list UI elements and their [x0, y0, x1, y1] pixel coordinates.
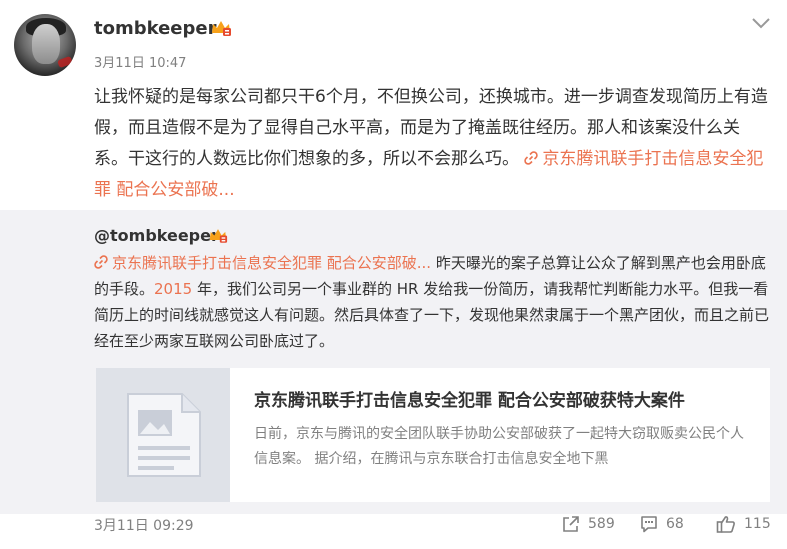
comment-button[interactable]: 68 [640, 513, 684, 535]
like-button[interactable]: 115 [716, 513, 771, 535]
repost-text: 京东腾讯联手打击信息安全犯罪 配合公安部破... 昨天曝光的案子总算让公众了解到… [94, 250, 770, 354]
post-content: 让我怀疑的是每家公司都只干6个月，不但换公司，还换城市。进一步调查发现简历上有造… [94, 82, 770, 206]
post-username[interactable]: tombkeeper [94, 18, 216, 39]
repost-block: @tombkeeper 京东腾讯联手打击信息安全犯罪 配合公安部破... 昨天曝… [0, 210, 787, 514]
repost-text-part2: 年，我们公司另一个事业群的 HR 发给我一份简历，请我帮忙判断能力水平。但我一看… [94, 280, 770, 350]
weibo-post: tombkeeper 3月11日 10:47 让我怀疑的是每家公司都只干6个月，… [0, 0, 787, 549]
article-title: 京东腾讯联手打击信息安全犯罪 配合公安部破获特大案件 [254, 391, 685, 411]
share-count: 589 [588, 516, 615, 532]
link-icon [94, 255, 108, 269]
share-button[interactable]: 589 [562, 513, 615, 535]
vip-crown-icon [209, 229, 228, 243]
post-timestamp[interactable]: 3月11日 10:47 [94, 52, 186, 71]
repost-username[interactable]: @tombkeeper [94, 226, 219, 245]
thumbs-up-icon [716, 516, 735, 533]
repost-link-text: 京东腾讯联手打击信息安全犯罪 配合公安部破... [112, 254, 432, 272]
repost-article-link[interactable]: 京东腾讯联手打击信息安全犯罪 配合公安部破... [94, 254, 431, 272]
comment-count: 68 [666, 516, 684, 532]
repost-year: 2015 [154, 280, 193, 298]
like-count: 115 [744, 516, 771, 532]
comment-icon [641, 516, 657, 533]
share-icon [563, 516, 579, 532]
article-description: 日前，京东与腾讯的安全团队联手协助公安部破获了一起特大窃取贩卖公民个人信息案。 … [254, 426, 744, 467]
repost-timestamp[interactable]: 3月11日 09:29 [94, 515, 194, 535]
document-icon [127, 393, 201, 477]
article-thumbnail [96, 368, 230, 502]
chevron-down-icon[interactable] [751, 16, 771, 30]
link-icon [524, 151, 539, 165]
article-card[interactable]: 京东腾讯联手打击信息安全犯罪 配合公安部破获特大案件 日前，京东与腾讯的安全团队… [96, 368, 770, 502]
vip-crown-icon [212, 21, 231, 36]
avatar[interactable] [14, 14, 76, 76]
